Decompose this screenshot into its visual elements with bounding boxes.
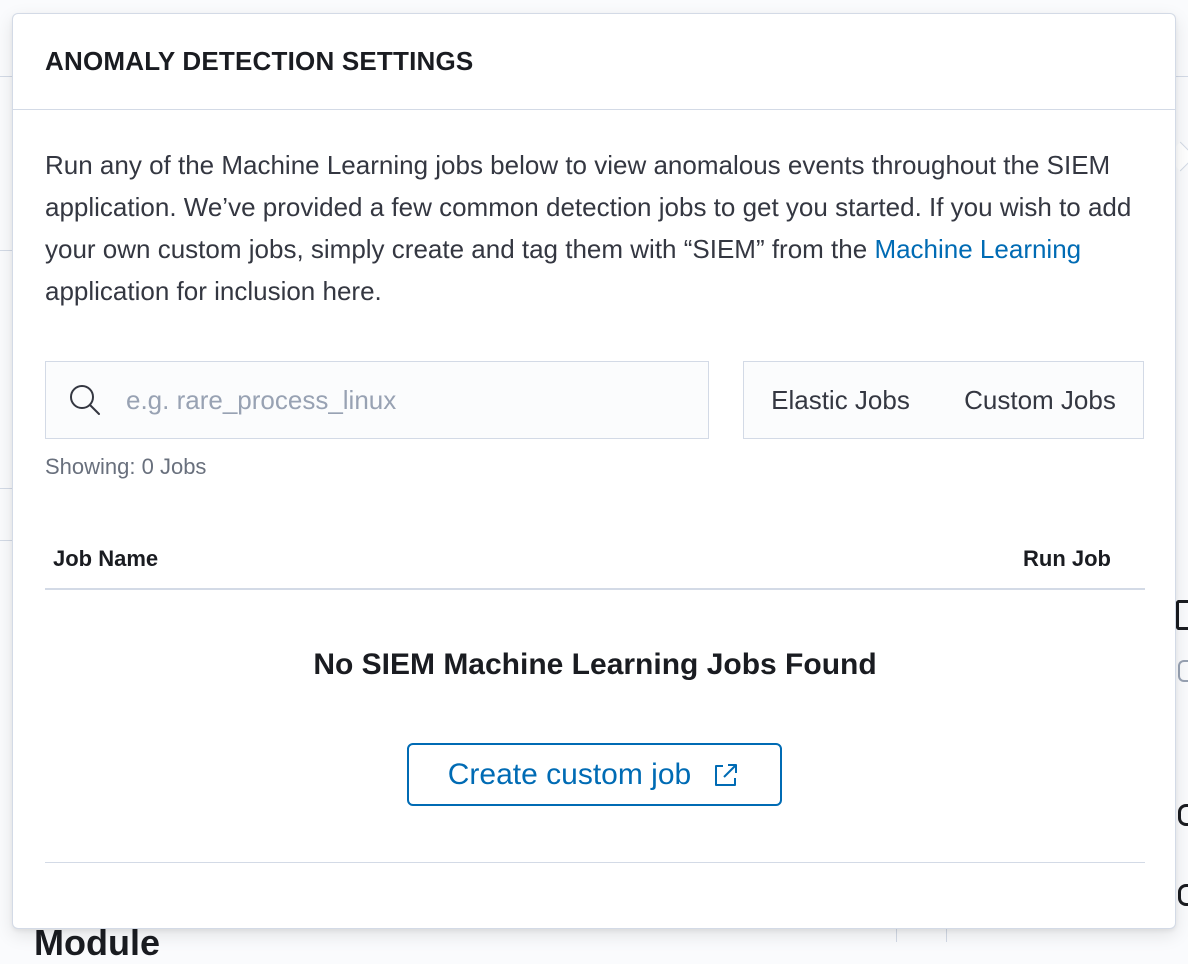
description-text-end: application for inclusion here. [45,276,382,306]
background-partial-glyph [1178,660,1188,686]
background-divider [1176,76,1188,77]
create-custom-job-button[interactable]: Create custom job [407,743,782,806]
jobs-count-label: Showing: 0 Jobs [45,454,207,479]
empty-state-title: No SIEM Machine Learning Jobs Found [313,648,877,681]
anomaly-detection-popover: ANOMALY DETECTION SETTINGS Run any of th… [12,13,1176,929]
elastic-jobs-filter-button[interactable]: Elastic Jobs [765,385,916,416]
job-type-filter-group: Elastic Jobs Custom Jobs [743,361,1144,439]
background-divider [0,250,12,251]
popover-description: Run any of the Machine Learning jobs bel… [45,144,1145,312]
background-partial-glyph [1176,600,1188,634]
background-divider [0,488,12,489]
external-link-icon [715,763,738,786]
popover-footer-divider [45,862,1145,863]
popover-title: ANOMALY DETECTION SETTINGS [45,46,474,76]
column-header-run-job: Run Job [1023,546,1111,571]
machine-learning-link[interactable]: Machine Learning [874,234,1081,264]
background-divider [896,929,897,942]
background-partial-glyph [1178,804,1188,828]
search-icon [70,385,100,415]
column-header-job-name[interactable]: Job Name [53,546,158,572]
background-divider [0,76,12,77]
background-divider [0,540,12,541]
popover-header: ANOMALY DETECTION SETTINGS [13,14,1175,110]
create-custom-job-label: Create custom job [447,757,692,791]
jobs-table-header: Job Name Run Job [45,534,1145,590]
custom-jobs-filter-button[interactable]: Custom Jobs [958,385,1122,416]
background-divider [946,929,947,942]
job-search-field[interactable] [45,361,709,439]
search-input[interactable] [124,383,708,417]
background-partial-glyph [1178,884,1188,908]
